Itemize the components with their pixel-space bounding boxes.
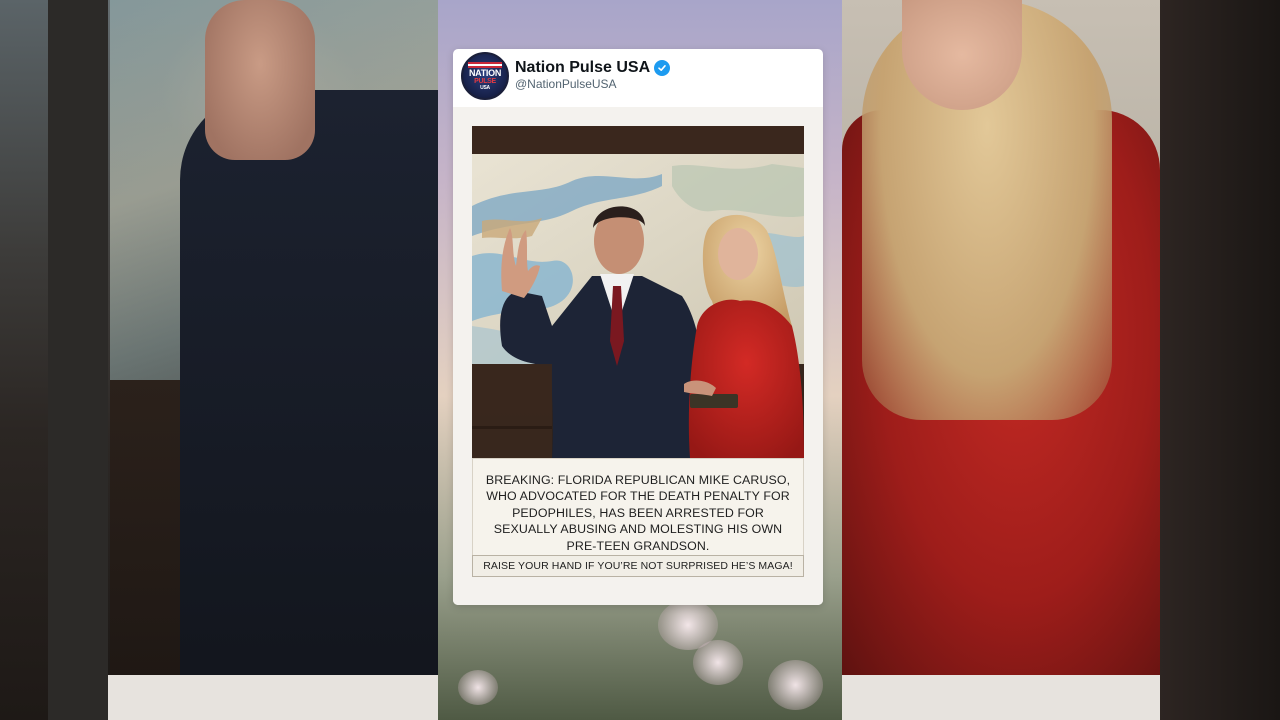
account-name[interactable]: Nation Pulse USA [515,59,671,77]
avatar-logo-line2: PULSE [474,77,496,85]
blossom-decoration [768,660,823,710]
woman-red-coat [688,299,804,458]
tagline-box: RAISE YOUR HAND IF YOU’RE NOT SURPRISED … [472,555,804,577]
background-bottom-strip-right [842,675,1160,720]
wood-panel [472,364,552,458]
background-right-blurred [842,0,1280,720]
blossom-decoration [693,640,743,685]
photo-illustration [472,126,804,458]
post-header: NATION PULSE USA Nation Pulse USA @Natio… [453,49,823,109]
tagline-text: RAISE YOUR HAND IF YOU’RE NOT SURPRISED … [483,560,793,572]
verified-badge-icon [654,60,671,76]
background-left-blurred [0,0,498,720]
blossom-decoration [458,670,498,705]
avatar-logo-line1: NATION [468,67,502,78]
account-handle[interactable]: @NationPulseUSA [515,77,617,91]
woman-face [718,228,758,280]
flag-stripes-icon [468,61,502,68]
post-photo[interactable] [472,126,804,458]
post-card[interactable]: NATION PULSE USA Nation Pulse USA @Natio… [453,49,823,605]
post-media-body: BREAKING: FLORIDA REPUBLICAN MIKE CARUSO… [453,107,823,605]
account-avatar[interactable]: NATION PULSE USA [461,52,509,100]
avatar-logo-line3: USA [480,84,490,91]
headline-caption-box: BREAKING: FLORIDA REPUBLICAN MIKE CARUSO… [472,458,804,568]
ceiling-trim [472,126,804,156]
headline-caption: BREAKING: FLORIDA REPUBLICAN MIKE CARUSO… [485,472,791,553]
background-edge [1160,0,1280,720]
background-suit [180,90,438,720]
bible [690,394,738,408]
background-bottom-strip [108,675,438,720]
wood-trim [472,426,552,429]
account-name-text[interactable]: Nation Pulse USA [515,59,650,77]
background-raised-hand [205,0,315,160]
checkmark-icon [658,65,666,71]
